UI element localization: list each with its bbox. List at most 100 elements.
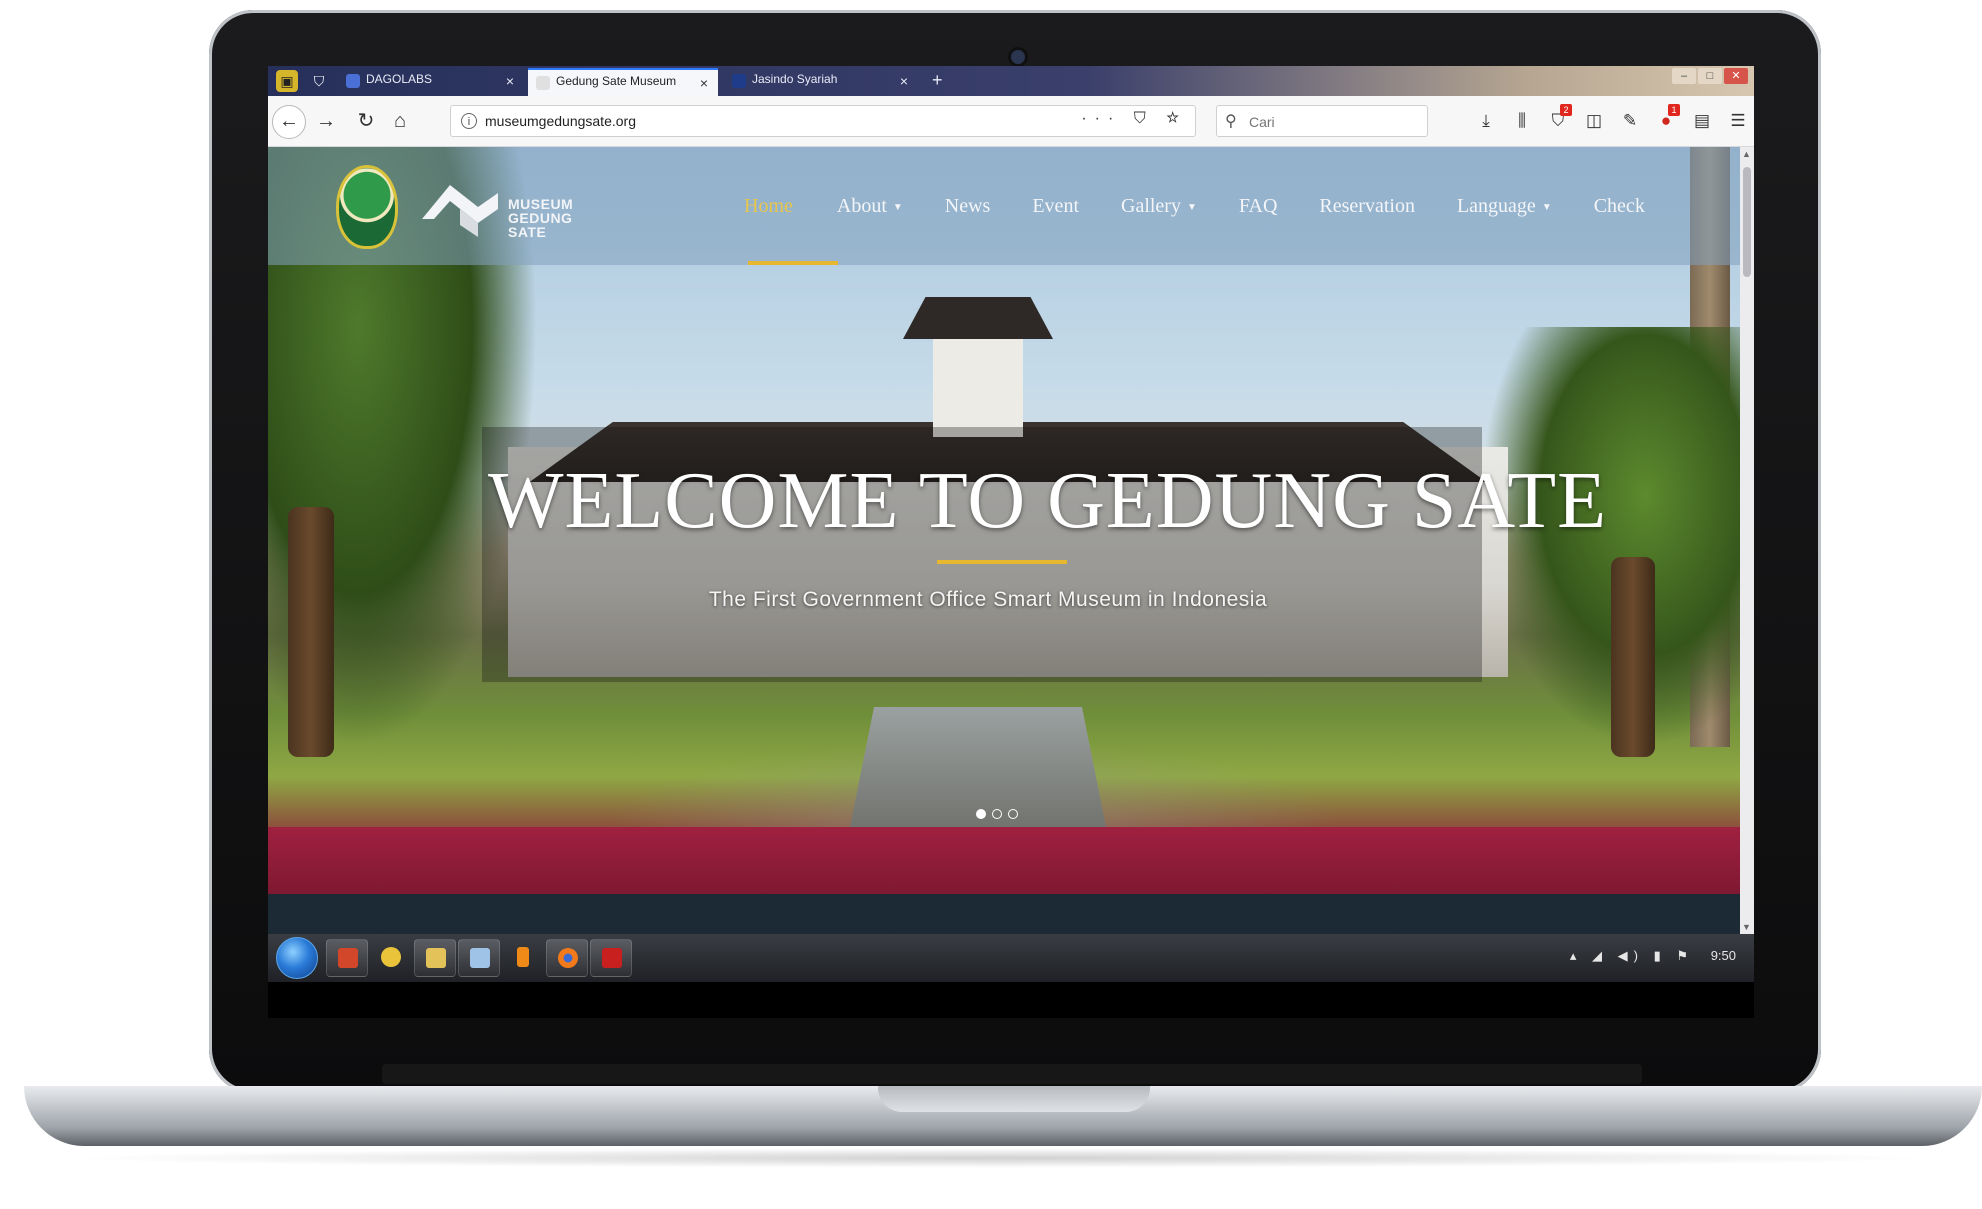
firefox-icon xyxy=(558,948,578,968)
active-menu-underline xyxy=(748,261,838,265)
palm-trunk-image xyxy=(288,507,334,757)
paint-icon xyxy=(381,947,401,967)
address-bar[interactable]: i museumgedungsate.org ··· ⛉ ☆ xyxy=(450,105,1196,137)
caret-down-icon: ▼ xyxy=(1541,201,1552,213)
menu-item-language[interactable]: Language ▼ xyxy=(1457,195,1552,218)
menu-item-faq[interactable]: FAQ xyxy=(1239,195,1278,218)
maximize-icon[interactable]: □ xyxy=(1698,68,1722,84)
system-tray[interactable]: ▴ ◢ ◀) ▮ ⚑ xyxy=(1570,948,1694,964)
taskbar-app-firefox[interactable] xyxy=(546,939,588,977)
start-button[interactable] xyxy=(276,937,318,979)
menu-item-gallery[interactable]: Gallery ▼ xyxy=(1121,195,1197,218)
reload-button[interactable]: ↻ xyxy=(352,108,380,134)
pinned-tab-1[interactable]: ▣ xyxy=(276,70,298,92)
shield-icon: ⛉ xyxy=(313,73,325,89)
search-icon: ⚲ xyxy=(1225,113,1237,130)
scroll-thumb[interactable] xyxy=(1743,167,1751,277)
close-tab-icon[interactable]: × xyxy=(900,73,908,89)
museum-logo-icon[interactable] xyxy=(420,179,500,239)
hero-subtitle: The First Government Office Smart Museum… xyxy=(708,588,1268,611)
pinned-tab-2[interactable]: ⛉ xyxy=(308,70,330,92)
laptop-screen: ▣ ⛉ DAGOLABS × Gedung Sate Museum × Jasi… xyxy=(268,66,1754,1018)
sidebar-icon[interactable]: ◫ xyxy=(1576,108,1612,134)
toolbar-icons: ⤓ ⫼ ⛉ 2 ◫ ✎ ● 1 ▤ ☰ xyxy=(1468,104,1754,134)
menu-label: Check xyxy=(1593,195,1645,217)
sublime-icon xyxy=(517,947,529,967)
scroll-down-icon[interactable]: ▼ xyxy=(1742,922,1751,932)
tab-favicon-icon xyxy=(346,74,360,88)
museum-logo-text[interactable]: MUSEUM GEDUNG SATE xyxy=(508,197,573,239)
url-text[interactable]: museumgedungsate.org xyxy=(485,113,636,129)
taskbar-app-sublime[interactable] xyxy=(502,939,544,977)
carousel-dot[interactable] xyxy=(992,809,1002,819)
laptop-hinge xyxy=(382,1064,1642,1084)
close-tab-icon[interactable]: × xyxy=(700,75,708,91)
page-actions[interactable]: ··· ⛉ ☆ xyxy=(1081,110,1187,128)
page-scrollbar[interactable]: ▲ ▼ xyxy=(1740,147,1754,934)
arrow-right-icon: → xyxy=(316,110,336,132)
taskbar-app-notepad[interactable] xyxy=(458,939,500,977)
carousel-dot[interactable] xyxy=(976,809,986,819)
acrobat-icon xyxy=(602,948,622,968)
forward-button[interactable]: → xyxy=(312,108,340,134)
tab-jasindo-syariah[interactable]: Jasindo Syariah × xyxy=(724,68,918,96)
menu-label: News xyxy=(944,195,991,217)
menu-label: Gallery xyxy=(1121,195,1181,217)
close-tab-icon[interactable]: × xyxy=(506,73,514,89)
scroll-up-icon[interactable]: ▲ xyxy=(1742,149,1751,159)
pocket-icon[interactable]: ⛉ 2 xyxy=(1540,104,1576,134)
page-section-strip xyxy=(268,894,1740,934)
search-box[interactable]: ⚲ xyxy=(1216,105,1428,137)
menu-item-event[interactable]: Event xyxy=(1032,195,1079,218)
count-badge: 2 xyxy=(1560,104,1572,116)
taskbar-app-explorer[interactable] xyxy=(414,939,456,977)
west-java-emblem-icon[interactable] xyxy=(336,165,398,249)
menu-label: Reservation xyxy=(1319,195,1415,217)
download-icon[interactable]: ⤓ xyxy=(1468,108,1504,134)
caret-down-icon: ▼ xyxy=(892,201,903,213)
menu-item-home[interactable]: Home xyxy=(744,195,793,218)
pencil-icon[interactable]: ✎ xyxy=(1612,108,1648,134)
tab-label: DAGOLABS xyxy=(366,72,433,86)
tab-favicon-icon xyxy=(536,76,550,90)
taskbar-app-acrobat[interactable] xyxy=(590,939,632,977)
menu-icon[interactable]: ☰ xyxy=(1720,108,1754,134)
menu-label: About xyxy=(836,195,887,217)
website-hero: MUSEUM GEDUNG SATE Home About ▼ News Even… xyxy=(268,147,1740,934)
plus-icon: + xyxy=(932,70,943,90)
menu-label: Language xyxy=(1456,195,1536,217)
menu-item-check[interactable]: Check xyxy=(1594,195,1645,218)
hero-divider xyxy=(937,560,1067,564)
info-icon[interactable]: i xyxy=(461,113,477,129)
menu-label: Home xyxy=(744,195,793,217)
minimize-icon[interactable]: – xyxy=(1672,68,1696,84)
taskbar-app-powerpoint[interactable] xyxy=(326,939,368,977)
webcam xyxy=(1011,50,1025,64)
tab-dagolabs[interactable]: DAGOLABS × xyxy=(338,68,524,96)
taskbar-app-paint[interactable] xyxy=(370,939,412,977)
search-input[interactable] xyxy=(1247,111,1421,133)
clipboard-icon[interactable]: ▤ xyxy=(1684,108,1720,134)
close-window-icon[interactable]: ✕ xyxy=(1724,68,1748,84)
addon-icon[interactable]: ● 1 xyxy=(1648,104,1684,134)
menu-item-reservation[interactable]: Reservation xyxy=(1319,195,1415,218)
new-tab-button[interactable]: + xyxy=(922,66,956,94)
library-icon[interactable]: ⫼ xyxy=(1504,108,1540,134)
home-button[interactable]: ⌂ xyxy=(386,108,414,134)
tab-favicon-icon xyxy=(732,74,746,88)
back-button[interactable]: ← xyxy=(272,105,306,139)
taskbar: ▴ ◢ ◀) ▮ ⚑ 9:50 xyxy=(268,934,1754,982)
menu-item-about[interactable]: About ▼ xyxy=(837,195,903,218)
menu-item-news[interactable]: News xyxy=(945,195,991,218)
main-menu: Home About ▼ News Event Gallery ▼ FAQ Rese… xyxy=(744,195,1645,218)
logo-line: MUSEUM xyxy=(508,196,574,212)
explorer-icon xyxy=(426,948,446,968)
tab-gedung-sate-museum[interactable]: Gedung Sate Museum × xyxy=(528,68,718,96)
carousel-dot[interactable] xyxy=(1008,809,1018,819)
caret-down-icon: ▼ xyxy=(1186,201,1197,213)
carousel-indicators xyxy=(976,809,1018,819)
reload-icon: ↻ xyxy=(357,110,375,132)
palm-trunk-image xyxy=(1611,557,1655,757)
site-header: MUSEUM GEDUNG SATE Home About ▼ News Even… xyxy=(268,147,1740,265)
taskbar-clock[interactable]: 9:50 xyxy=(1711,948,1736,963)
